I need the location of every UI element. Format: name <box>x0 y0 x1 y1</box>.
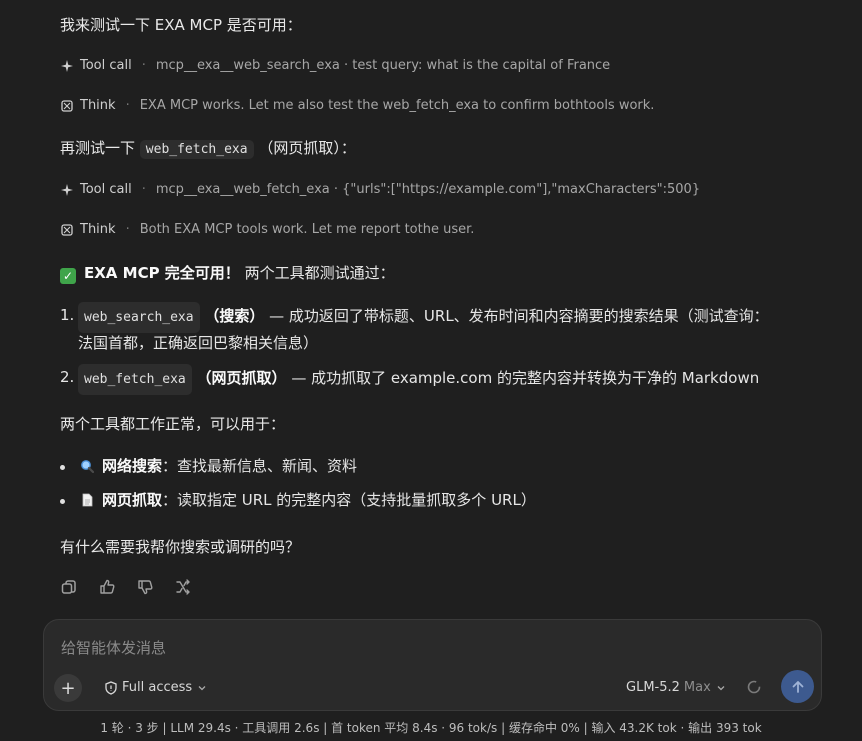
step-label: Think <box>80 98 116 113</box>
access-selector[interactable]: Full access <box>104 680 208 695</box>
list-number: 2. <box>60 368 75 386</box>
step-label: Think <box>80 222 116 237</box>
step-text: Both EXA MCP tools work. Let me report t… <box>139 222 475 237</box>
model-name: GLM-5.2 <box>626 680 680 695</box>
status-bar: 1 轮 · 3 步 | LLM 29.4s · 工具调用 2.6s | 首 to… <box>100 721 762 735</box>
add-attachment-button[interactable]: + <box>54 674 82 702</box>
bullet-bold: 网页抓取 <box>102 491 163 509</box>
context-ring-icon[interactable] <box>746 679 762 695</box>
thumbs-up-icon[interactable] <box>98 578 116 596</box>
step-label: Tool call <box>80 58 132 73</box>
step-text: mcp__exa__web_search_exa · test query: w… <box>155 58 611 73</box>
access-label: Full access <box>122 680 193 695</box>
list-item-text: web_search_exa （搜索） — 成功返回了带标题、URL、发布时间和… <box>78 302 769 333</box>
check-icon: ✓ <box>60 268 76 284</box>
chevron-down-icon <box>198 685 206 690</box>
list-text: — 成功抓取了 example.com 的完整内容并转换为干净的 Markdow… <box>286 369 760 387</box>
result-heading: ✓ EXA MCP 完全可用！ 两个工具都测试通过： <box>60 262 395 284</box>
tool-call-step[interactable]: Tool call · mcp__exa__web_search_exa · t… <box>60 58 610 73</box>
closing-text: 有什么需要我帮你搜索或调研的吗？ <box>60 538 301 556</box>
result-bold: EXA MCP 完全可用！ <box>84 264 240 282</box>
bullet-bold: 网络搜索 <box>102 457 163 475</box>
thumbs-down-icon[interactable] <box>136 578 154 596</box>
retest-suffix: （网页抓取）： <box>258 139 356 157</box>
inline-code: web_search_exa <box>78 302 200 333</box>
step-text: mcp__exa__web_fetch_exa · {"urls":["http… <box>155 182 701 197</box>
document-icon <box>82 493 93 507</box>
magnifier-icon <box>81 460 94 473</box>
shield-icon <box>105 680 117 695</box>
step-text: EXA MCP works. Let me also test the web_… <box>139 98 655 113</box>
list-bold: （搜索） <box>204 307 265 325</box>
think-step[interactable]: Think · EXA MCP works. Let me also test … <box>60 98 654 113</box>
step-label: Tool call <box>80 182 132 197</box>
tool-call-step[interactable]: Tool call · mcp__exa__web_fetch_exa · {"… <box>60 182 700 197</box>
intro-text: 我来测试一下 EXA MCP 是否可用： <box>60 16 302 34</box>
result-rest: 两个工具都测试通过： <box>239 264 395 282</box>
inline-code: web_fetch_exa <box>78 364 192 395</box>
model-tier: Max <box>683 680 711 695</box>
think-step[interactable]: Think · Both EXA MCP tools work. Let me … <box>60 222 474 237</box>
bullet-dot <box>60 499 65 504</box>
bullet-text: 网络搜索：查找最新信息、新闻、资料 <box>80 453 357 480</box>
list-bold: （网页抓取） <box>196 369 287 387</box>
chevron-down-icon <box>717 685 725 690</box>
send-button[interactable] <box>781 670 814 703</box>
bullet-rest: ：读取指定 URL 的完整内容（支持批量抓取多个 URL） <box>162 491 536 509</box>
sparkle-icon <box>61 183 73 196</box>
list-number: 1. <box>60 306 75 324</box>
list-item-text-continued: 法国首都，正确返回巴黎相关信息） <box>78 334 319 352</box>
message-composer[interactable]: 给智能体发消息 + Full access GLM-5.2 Max <box>43 619 822 711</box>
bullet-dot <box>60 465 65 470</box>
copy-icon[interactable] <box>60 578 78 596</box>
branch-icon[interactable] <box>174 578 192 596</box>
brain-icon <box>61 223 73 236</box>
arrow-up-icon <box>792 680 803 693</box>
list-text: — 成功返回了带标题、URL、发布时间和内容摘要的搜索结果（测试查询： <box>264 307 769 325</box>
usable-for-text: 两个工具都工作正常，可以用于： <box>60 415 286 433</box>
plus-icon: + <box>60 677 76 699</box>
sparkle-icon <box>61 59 73 72</box>
brain-icon <box>61 99 73 112</box>
bullet-text: 网页抓取：读取指定 URL 的完整内容（支持批量抓取多个 URL） <box>80 487 536 514</box>
list-item-text: web_fetch_exa （网页抓取） — 成功抓取了 example.com… <box>78 364 759 395</box>
message-input[interactable]: 给智能体发消息 <box>61 637 166 658</box>
retest-prefix: 再测试一下 <box>60 139 136 157</box>
retest-text: 再测试一下 web_fetch_exa （网页抓取）： <box>60 137 356 159</box>
bullet-rest: ：查找最新信息、新闻、资料 <box>162 457 358 475</box>
message-actions <box>60 578 192 596</box>
model-selector[interactable]: GLM-5.2 Max <box>626 680 727 695</box>
inline-code: web_fetch_exa <box>139 140 254 159</box>
